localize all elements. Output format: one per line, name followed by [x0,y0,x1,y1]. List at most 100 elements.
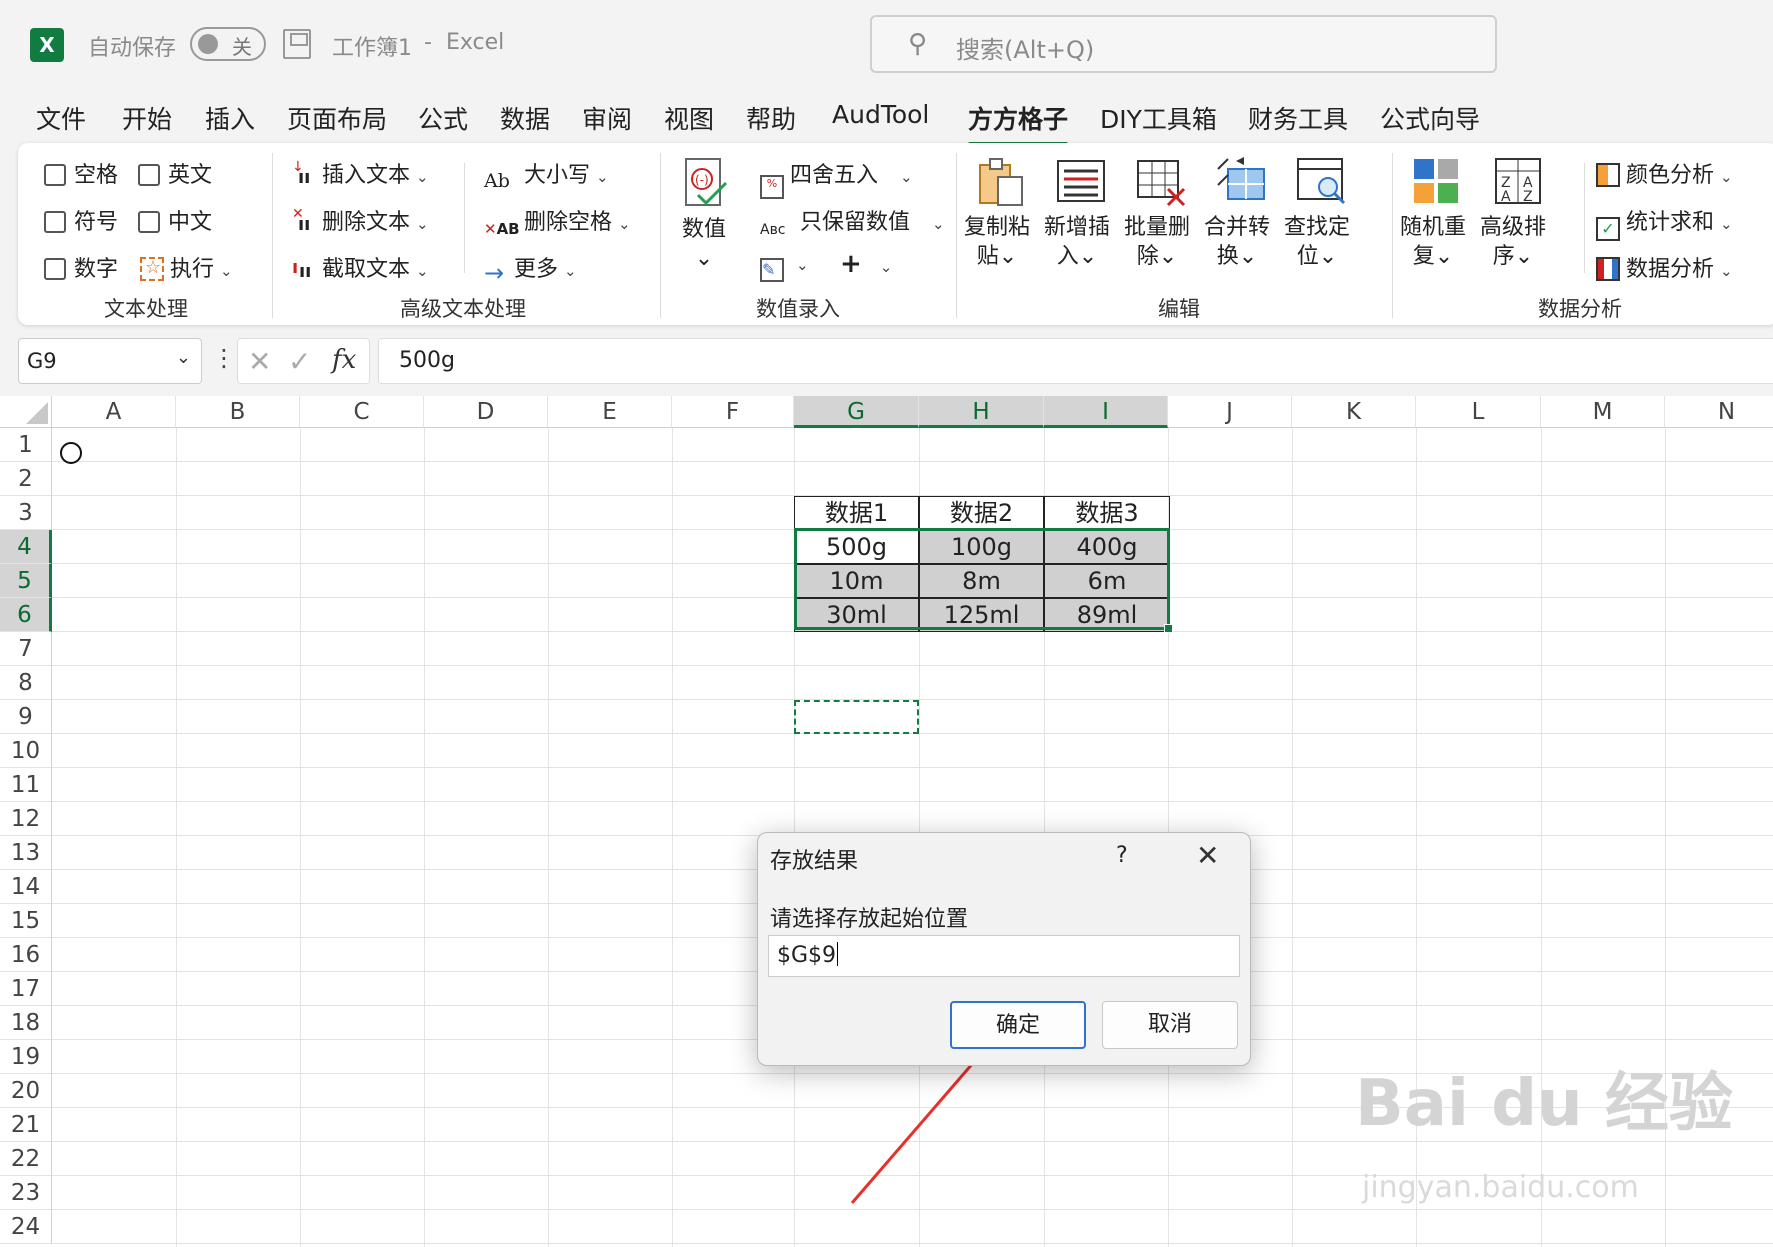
formula-input[interactable]: 500g [378,338,1773,384]
row-header-8[interactable]: 8 [0,666,52,700]
more-options-icon[interactable]: ⋮ [212,344,236,372]
row-header-14[interactable]: 14 [0,870,52,904]
fx-icon[interactable]: fx [332,345,356,375]
delete-space-button[interactable]: ✕AB 删除空格 ⌄ [484,204,631,244]
row-header-6[interactable]: 6 [0,598,52,632]
table-header-cell[interactable]: 数据1 [794,496,919,530]
row-header-17[interactable]: 17 [0,972,52,1006]
tab-review[interactable]: 审阅 [582,100,632,136]
checkbox-space[interactable]: 空格 [44,157,118,189]
column-header-i[interactable]: I [1044,396,1168,428]
tab-finance-tools[interactable]: 财务工具 [1248,100,1348,136]
tab-insert[interactable]: 插入 [205,100,255,136]
tab-formulas[interactable]: 公式 [418,100,468,136]
tab-view[interactable]: 视图 [664,100,714,136]
row-header-18[interactable]: 18 [0,1006,52,1040]
value-button[interactable]: 数值 ⌄ [682,215,726,273]
table-header-cell[interactable]: 数据3 [1044,496,1170,530]
select-all-corner[interactable] [0,396,52,428]
data-analysis-button[interactable]: 数据分析 ⌄ [1596,251,1733,283]
tab-help[interactable]: 帮助 [746,100,796,136]
row-header-4[interactable]: 4 [0,530,52,564]
help-icon[interactable]: ? [1116,843,1128,868]
location-input[interactable]: $G$9 [768,935,1240,977]
row-header-21[interactable]: 21 [0,1108,52,1142]
insert-text-button[interactable]: ↓ ıı 插入文本 ⌄ [292,157,429,189]
checkbox-english[interactable]: 英文 [138,157,212,189]
search-box[interactable]: ⚲ 搜索(Alt+Q) [870,15,1497,73]
tab-formula-wizard[interactable]: 公式向导 [1380,100,1480,136]
fill-handle[interactable] [1164,624,1173,633]
color-analysis-button[interactable]: 颜色分析 ⌄ [1596,157,1733,189]
autosave-toggle[interactable]: 关 [190,27,266,61]
column-header-l[interactable]: L [1416,396,1541,428]
column-header-j[interactable]: J [1168,396,1292,428]
find-locate-button[interactable]: 查找定 位⌄ [1284,213,1350,271]
tab-file[interactable]: 文件 [36,100,86,136]
chevron-down-icon[interactable]: ⌄ [176,347,191,368]
batch-delete-button[interactable]: 批量删 除⌄ [1124,213,1190,271]
more-button[interactable]: → 更多 ⌄ [484,251,577,287]
row-header-20[interactable]: 20 [0,1074,52,1108]
extract-text-button[interactable]: ı ıı 截取文本 ⌄ [292,251,429,283]
column-header-c[interactable]: C [300,396,424,428]
cancel-button[interactable]: 取消 [1102,1001,1238,1049]
row-header-22[interactable]: 22 [0,1142,52,1176]
row-header-23[interactable]: 23 [0,1176,52,1210]
row-header-1[interactable]: 1 [0,428,52,462]
row-header-16[interactable]: 16 [0,938,52,972]
column-header-g[interactable]: G [794,396,919,428]
copy-paste-button[interactable]: 复制粘 贴⌄ [964,213,1030,271]
row-header-19[interactable]: 19 [0,1040,52,1074]
tab-home[interactable]: 开始 [122,100,172,136]
circle-shape[interactable] [60,442,82,464]
tab-page-layout[interactable]: 页面布局 [287,100,387,136]
keep-number-button[interactable]: Aʙc 只保留数值 ⌄ [760,204,945,246]
checkbox-number[interactable]: 数字 [44,251,118,283]
random-repeat-button[interactable]: 随机重 复⌄ [1400,213,1466,271]
advanced-sort-button[interactable]: 高级排 序⌄ [1480,213,1546,271]
column-header-h[interactable]: H [919,396,1044,428]
tab-diy-toolbox[interactable]: DIY工具箱 [1100,100,1217,136]
row-header-2[interactable]: 2 [0,462,52,496]
cancel-icon[interactable]: ✕ [248,345,271,378]
row-header-5[interactable]: 5 [0,564,52,598]
ok-button[interactable]: 确定 [950,1001,1086,1049]
row-header-12[interactable]: 12 [0,802,52,836]
add-button[interactable]: + ⌄ [840,249,892,279]
tab-data[interactable]: 数据 [500,100,550,136]
column-header-f[interactable]: F [672,396,794,428]
row-header-24[interactable]: 24 [0,1210,52,1244]
row-header-11[interactable]: 11 [0,768,52,802]
tab-fangfanggezi[interactable]: 方方格子 [968,100,1069,146]
merge-convert-button[interactable]: 合并转 换⌄ [1204,213,1270,271]
column-header-d[interactable]: D [424,396,548,428]
execute-button[interactable]: ☆ 执行 ⌄ [140,251,233,283]
row-header-3[interactable]: 3 [0,496,52,530]
checkbox-chinese[interactable]: 中文 [138,204,212,236]
row-header-13[interactable]: 13 [0,836,52,870]
edit-value-button[interactable]: ✎ ⌄ [760,251,809,282]
close-icon[interactable]: ✕ [1196,839,1219,872]
save-icon[interactable] [283,29,311,59]
column-header-b[interactable]: B [176,396,300,428]
row-header-9[interactable]: 9 [0,700,52,734]
confirm-icon[interactable]: ✓ [288,345,311,378]
column-header-k[interactable]: K [1292,396,1416,428]
round-button[interactable]: % 四舍五入 ⌄ [760,157,913,199]
row-header-10[interactable]: 10 [0,734,52,768]
case-button[interactable]: Ab 大小写 ⌄ [484,157,609,194]
column-header-n[interactable]: N [1665,396,1773,428]
row-header-15[interactable]: 15 [0,904,52,938]
row-header-7[interactable]: 7 [0,632,52,666]
column-header-e[interactable]: E [548,396,672,428]
checkbox-symbol[interactable]: 符号 [44,204,118,236]
stat-sum-button[interactable]: ✓ 统计求和 ⌄ [1596,204,1733,241]
delete-text-button[interactable]: ✕ ıı 删除文本 ⌄ [292,204,429,236]
table-header-cell[interactable]: 数据2 [919,496,1044,530]
tab-audtool[interactable]: AudTool [832,100,929,129]
column-header-m[interactable]: M [1541,396,1665,428]
column-header-a[interactable]: A [52,396,176,428]
name-box[interactable]: G9 ⌄ [18,338,202,384]
new-insert-button[interactable]: 新增插 入⌄ [1044,213,1110,271]
